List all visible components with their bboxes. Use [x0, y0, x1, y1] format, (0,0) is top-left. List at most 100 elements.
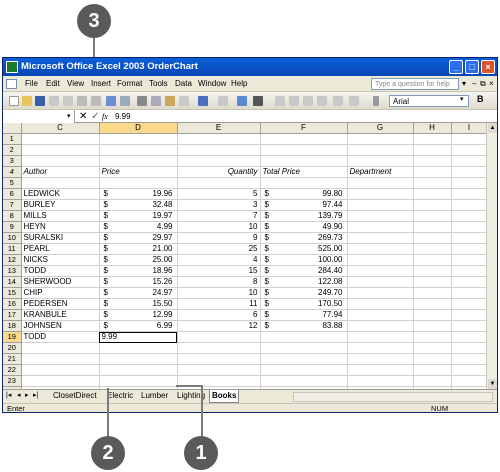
cell-quantity[interactable]: 10 — [177, 287, 261, 299]
column-header-i[interactable]: I — [451, 123, 488, 134]
cell-total-symbol[interactable] — [260, 375, 348, 387]
cell-quantity[interactable]: 5 — [177, 188, 261, 200]
tab-first-icon[interactable]: |◂ — [6, 391, 11, 399]
tab-closetdirect[interactable]: ClosetDirect — [51, 390, 99, 403]
cell-h[interactable] — [413, 320, 452, 332]
cell-quantity[interactable]: 11 — [177, 298, 261, 310]
cell-i[interactable] — [451, 353, 488, 365]
cell-total-symbol[interactable] — [260, 342, 348, 354]
cell-h[interactable] — [413, 243, 452, 255]
cell-i[interactable] — [451, 375, 488, 387]
cell-author[interactable] — [21, 177, 100, 189]
column-header-g[interactable]: G — [347, 123, 414, 134]
cell-quantity[interactable]: 15 — [177, 265, 261, 277]
cell-department[interactable] — [347, 210, 414, 222]
cell-i[interactable] — [451, 155, 488, 167]
drawing-icon[interactable] — [317, 96, 327, 106]
scroll-up-icon[interactable]: ▲ — [488, 123, 497, 133]
cell-h[interactable] — [413, 133, 452, 145]
row-header[interactable]: 17 — [3, 309, 22, 321]
cell-author[interactable]: PEDERSEN — [21, 298, 100, 310]
zoom-icon[interactable] — [333, 96, 343, 106]
cell-quantity[interactable]: 9 — [177, 232, 261, 244]
tab-next-icon[interactable]: ▸ — [25, 391, 29, 399]
cell-i[interactable] — [451, 364, 488, 376]
cell-department[interactable] — [347, 364, 414, 376]
cell-price-symbol[interactable]: $24.97 — [99, 287, 178, 299]
research-icon[interactable] — [120, 96, 130, 106]
workbook-icon[interactable] — [6, 79, 17, 89]
cell-price-symbol[interactable]: $25.00 — [99, 254, 178, 266]
row-header[interactable]: 1 — [3, 133, 22, 145]
cell-h[interactable] — [413, 166, 452, 178]
cell-department[interactable] — [347, 331, 414, 343]
cell-total-symbol[interactable] — [260, 353, 348, 365]
cell-author[interactable]: BURLEY — [21, 199, 100, 211]
cut-icon[interactable] — [137, 96, 147, 106]
help-search-input[interactable]: Type a question for help — [371, 78, 459, 90]
cell-author[interactable]: TODD — [21, 265, 100, 277]
hyperlink-icon[interactable] — [237, 96, 247, 106]
tab-electric[interactable]: Electric — [105, 390, 135, 403]
cell-i[interactable] — [451, 331, 488, 343]
cell-h[interactable] — [413, 331, 452, 343]
cell-price-symbol[interactable] — [99, 342, 178, 354]
cell-department[interactable] — [347, 188, 414, 200]
cell-h[interactable] — [413, 188, 452, 200]
menu-file[interactable]: File — [25, 76, 38, 92]
tab-last-icon[interactable]: ▸| — [33, 391, 38, 399]
cell-price-symbol[interactable]: $18.96 — [99, 265, 178, 277]
cell-price-symbol[interactable] — [99, 177, 178, 189]
cell-price-symbol[interactable] — [99, 353, 178, 365]
new-icon[interactable] — [9, 96, 19, 106]
font-dropdown-icon[interactable]: ▾ — [460, 95, 464, 103]
doc-close-icon[interactable]: × — [489, 76, 494, 92]
cell-h[interactable] — [413, 177, 452, 189]
vertical-scrollbar[interactable]: ▲ ▼ — [486, 123, 497, 389]
cell-department[interactable] — [347, 276, 414, 288]
menu-format[interactable]: Format — [117, 76, 142, 92]
cell-price-symbol[interactable]: $21.00 — [99, 243, 178, 255]
cell-price-symbol[interactable] — [99, 375, 178, 387]
cell-h[interactable] — [413, 265, 452, 277]
cell-h[interactable] — [413, 353, 452, 365]
cell-author[interactable] — [21, 375, 100, 387]
cell-quantity[interactable]: 25 — [177, 243, 261, 255]
cell-price-symbol[interactable]: Price — [99, 166, 178, 178]
cell-h[interactable] — [413, 287, 452, 299]
cell-department[interactable] — [347, 177, 414, 189]
cell-total-symbol[interactable]: $525.00 — [260, 243, 348, 255]
cell-i[interactable] — [451, 298, 488, 310]
cell-quantity[interactable]: 12 — [177, 320, 261, 332]
sort-descending-icon[interactable] — [289, 96, 299, 106]
paste-icon[interactable] — [165, 96, 175, 106]
maximize-button[interactable]: □ — [465, 60, 479, 74]
cell-i[interactable] — [451, 254, 488, 266]
column-header-h[interactable]: H — [413, 123, 452, 134]
tab-books[interactable]: Books — [209, 390, 240, 403]
close-button[interactable]: × — [481, 60, 495, 74]
cell-author[interactable] — [21, 364, 100, 376]
insert-function-icon[interactable]: fx — [102, 110, 108, 123]
row-header[interactable]: 10 — [3, 232, 22, 244]
cell-quantity[interactable] — [177, 331, 261, 343]
cell-total-symbol[interactable]: $122.08 — [260, 276, 348, 288]
cell-price-symbol[interactable] — [99, 133, 178, 145]
copy-icon[interactable] — [151, 96, 161, 106]
bold-button[interactable]: B — [477, 94, 484, 104]
cell-department[interactable] — [347, 243, 414, 255]
undo-icon[interactable] — [198, 96, 208, 106]
cell-department[interactable] — [347, 353, 414, 365]
cell-quantity[interactable] — [177, 133, 261, 145]
cell-quantity[interactable] — [177, 177, 261, 189]
row-header[interactable]: 14 — [3, 276, 22, 288]
cell-i[interactable] — [451, 232, 488, 244]
doc-minimize-icon[interactable]: – — [472, 76, 476, 92]
cell-h[interactable] — [413, 276, 452, 288]
cell-i[interactable] — [451, 199, 488, 211]
cell-author[interactable]: NICKS — [21, 254, 100, 266]
email-icon[interactable] — [63, 96, 73, 106]
cell-i[interactable] — [451, 276, 488, 288]
row-header[interactable]: 2 — [3, 144, 22, 156]
save-icon[interactable] — [35, 96, 45, 106]
